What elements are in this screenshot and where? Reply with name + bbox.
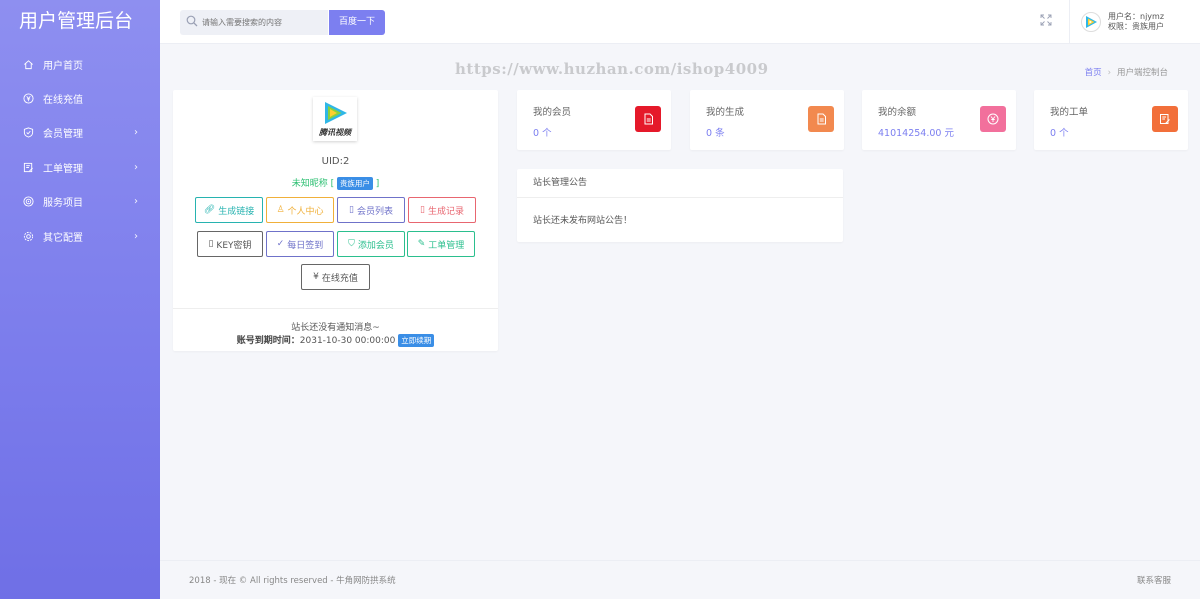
- sidebar-menu: 用户首页 在线充值 会员管理 › 工单管理 › 服务项目 › 其它配置 ›: [0, 47, 160, 253]
- chevron-right-icon: ›: [134, 230, 138, 242]
- user-info: 用户名：njymz 权限：贵族用户: [1108, 12, 1164, 32]
- button-label: 生成记录: [427, 206, 464, 217]
- copyright-text: 2018 - 现在 © All rights reserved - 牛角网防拱系…: [189, 576, 396, 586]
- stat-card-tickets: 我的工单 0 个: [1034, 90, 1188, 150]
- document-icon: ▯: [420, 205, 425, 215]
- check-circle-icon: ✓: [276, 239, 285, 249]
- sidebar-item-members[interactable]: 会员管理 ›: [0, 116, 160, 150]
- profile-card: 腾讯视频 UID:2 未知昵称 [ 贵族用户 ] 🔗︎ 生成链接 ♙ 个人中心 ▯ 会…: [173, 90, 498, 351]
- profile-logo: 腾讯视频: [313, 97, 357, 141]
- stat-card-balance: 我的余额 41014254.00 元: [862, 90, 1016, 150]
- user-name: 用户名：njymz: [1108, 12, 1165, 21]
- user-menu[interactable]: 用户名：njymz 权限：贵族用户: [1069, 0, 1200, 44]
- breadcrumb-current: 用户端控制台: [1116, 68, 1168, 78]
- sidebar-item-tickets[interactable]: 工单管理 ›: [0, 150, 160, 184]
- user-role: 权限：贵族用户: [1108, 22, 1164, 31]
- announcement-title: 站长管理公告: [517, 169, 843, 198]
- expire-label: 账号到期时间：: [236, 336, 300, 346]
- sidebar-item-home[interactable]: 用户首页: [0, 47, 160, 81]
- member-list-button[interactable]: ▯ 会员列表: [337, 197, 405, 223]
- personal-center-button[interactable]: ♙ 个人中心: [266, 197, 334, 223]
- button-label: 工单管理: [428, 240, 465, 251]
- gear-icon: [22, 230, 34, 242]
- search-input[interactable]: [202, 18, 322, 27]
- key-button[interactable]: ▯ KEY密钥: [197, 231, 263, 257]
- edit-icon: ✎: [417, 239, 426, 249]
- sidebar-item-label: 服务项目: [43, 198, 83, 210]
- yen-icon: ¥: [313, 272, 319, 282]
- announcement-panel: 站长管理公告 站长还未发布网站公告！: [517, 169, 843, 242]
- sidebar: 用户管理后台 用户首页 在线充值 会员管理 › 工单管理 › 服务项目 › 其它…: [0, 0, 160, 599]
- button-label: 在线充值: [321, 273, 358, 284]
- search-button[interactable]: 百度一下: [329, 10, 385, 35]
- sidebar-item-settings[interactable]: 其它配置 ›: [0, 219, 160, 253]
- document-icon: ▯: [208, 239, 214, 249]
- expire-line: 账号到期时间：2031-10-30 00:00:00 立即续期: [173, 333, 498, 347]
- sidebar-item-label: 在线充值: [43, 95, 83, 107]
- role-badge: 贵族用户: [336, 177, 373, 190]
- watermark-text: https://www.huzhan.com/ishop4009: [455, 60, 769, 78]
- button-label: 个人中心: [287, 206, 324, 217]
- stat-card-members: 我的会员 0 个: [517, 90, 671, 150]
- sidebar-item-label: 工单管理: [43, 163, 83, 175]
- app-title: 用户管理后台: [19, 10, 134, 32]
- breadcrumb-separator: ›: [1107, 68, 1111, 78]
- ticket-management-button[interactable]: ✎ 工单管理: [407, 231, 475, 257]
- announcement-body: 站长还未发布网站公告！: [533, 216, 633, 226]
- logo-text: 腾讯视频: [319, 128, 351, 137]
- footer: 2018 - 现在 © All rights reserved - 牛角网防拱系…: [160, 560, 1200, 599]
- button-label: 生成链接: [218, 206, 255, 217]
- chevron-right-icon: ›: [134, 161, 138, 173]
- sidebar-item-label: 会员管理: [43, 129, 83, 141]
- link-icon: 🔗︎: [203, 205, 216, 215]
- home-icon: [22, 58, 34, 70]
- document-icon: [635, 106, 661, 132]
- user-icon: ♙: [276, 205, 285, 215]
- divider: [173, 308, 498, 309]
- shield-icon: ⛉: [348, 239, 355, 249]
- online-recharge-button[interactable]: ¥ 在线充值: [301, 264, 370, 290]
- breadcrumb: 首页 › 用户端控制台: [1085, 66, 1168, 78]
- contact-support-link[interactable]: 联系客服: [1137, 574, 1171, 586]
- notice-message: 站长还没有通知消息~: [291, 323, 380, 333]
- renew-button[interactable]: 立即续期: [398, 334, 435, 347]
- document-icon: ▯: [349, 205, 354, 215]
- generate-link-button[interactable]: 🔗︎ 生成链接: [195, 197, 263, 223]
- sidebar-item-services[interactable]: 服务项目 ›: [0, 185, 160, 219]
- chevron-right-icon: ›: [134, 196, 138, 208]
- fullscreen-icon[interactable]: [1040, 14, 1054, 28]
- breadcrumb-home-link[interactable]: 首页: [1085, 68, 1102, 78]
- button-label: 添加会员: [357, 240, 394, 251]
- expire-value: 2031-10-30 00:00:00: [299, 336, 396, 346]
- add-member-button[interactable]: ⛉ 添加会员: [337, 231, 405, 257]
- yen-icon: [22, 93, 34, 105]
- button-label: 会员列表: [356, 206, 393, 217]
- target-icon: [22, 196, 34, 208]
- search-box: [180, 10, 328, 35]
- search-icon: [186, 15, 198, 30]
- nickname: 未知昵称: [291, 179, 328, 189]
- avatar: [1081, 12, 1101, 32]
- edit-icon: [1152, 106, 1178, 132]
- yen-icon: [980, 106, 1006, 132]
- topbar: 百度一下 用户名：njymz 权限：贵族用户: [160, 0, 1200, 44]
- sidebar-item-label: 用户首页: [43, 60, 83, 72]
- stat-card-generated: 我的生成 0 条: [690, 90, 844, 150]
- shield-icon: [22, 127, 34, 139]
- document-icon: [808, 106, 834, 132]
- daily-checkin-button[interactable]: ✓ 每日签到: [266, 231, 334, 257]
- user-uid: UID:2: [321, 156, 350, 167]
- nickname-line: 未知昵称 [ 贵族用户 ]: [291, 177, 380, 190]
- button-label: KEY密钥: [216, 240, 252, 251]
- play-logo-icon: [325, 102, 347, 124]
- button-label: 每日签到: [287, 240, 324, 251]
- sidebar-item-label: 其它配置: [43, 232, 83, 244]
- generate-record-button[interactable]: ▯ 生成记录: [408, 197, 476, 223]
- chevron-right-icon: ›: [134, 127, 138, 139]
- ticket-icon: [22, 161, 34, 173]
- sidebar-item-recharge[interactable]: 在线充值: [0, 81, 160, 115]
